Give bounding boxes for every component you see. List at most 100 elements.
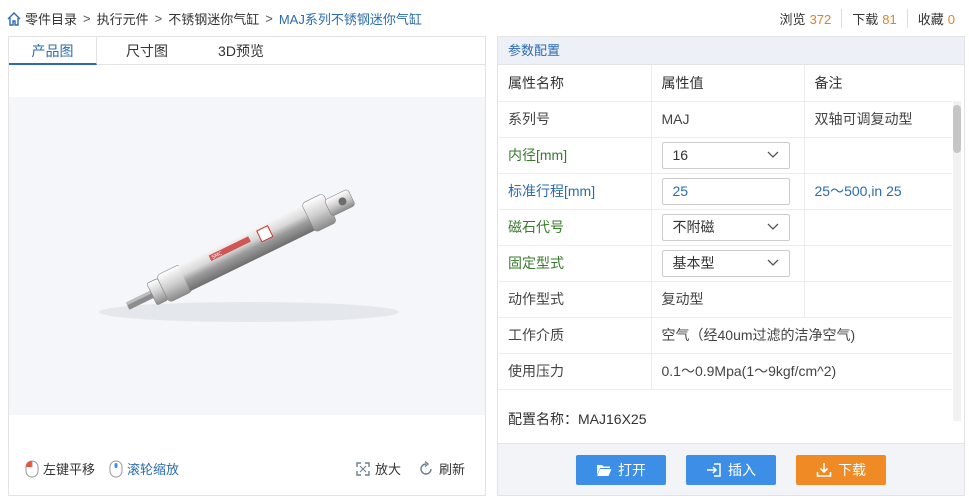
table-row: 动作型式 复动型 — [498, 281, 952, 318]
zoom-wheel-label: 滚轮缩放 — [127, 462, 180, 477]
row-value-cell: 不附磁 — [651, 209, 805, 246]
pan-hint-label: 左键平移 — [43, 462, 96, 477]
fullscreen-icon — [356, 461, 370, 476]
magnet-select-value: 不附磁 — [672, 219, 715, 235]
config-name: 配置名称：MAJ16X25 — [508, 409, 646, 429]
row-label: 系列号 — [498, 101, 652, 138]
row-label: 固定型式 — [498, 245, 652, 282]
stat-views: 浏览 372 — [770, 9, 842, 28]
row-note — [804, 281, 952, 318]
config-name-value: MAJ16X25 — [578, 411, 647, 427]
stroke-input[interactable]: 25 — [661, 177, 790, 205]
zoom-wheel-hint: 滚轮缩放 — [109, 459, 179, 478]
stats-bar: 浏览 372 下载 81 收藏 0 — [770, 9, 965, 28]
stat-value: 81 — [882, 12, 897, 27]
download-icon — [816, 463, 832, 477]
download-button[interactable]: 下载 — [796, 455, 886, 485]
bore-select[interactable]: 16 — [661, 141, 790, 169]
pan-hint: 左键平移 — [25, 459, 95, 478]
enlarge-label: 放大 — [375, 462, 402, 477]
stat-label: 浏览 — [779, 12, 806, 27]
row-value-cell: 16 — [651, 137, 805, 174]
row-value: MAJ — [651, 101, 805, 138]
magnet-select[interactable]: 不附磁 — [661, 213, 790, 241]
table-header-row: 属性名称 属性值 备注 — [498, 65, 952, 102]
row-value: 0.1～0.9Mpa(1～9kgf/cm^2) — [651, 353, 952, 390]
insert-button-label: 插入 — [728, 462, 756, 478]
stat-favorites[interactable]: 收藏 0 — [906, 9, 965, 28]
top-bar: 零件目录 > 执行元件 > 不锈钢迷你气缸 > MAJ系列不锈钢迷你气缸 浏览 3… — [0, 0, 969, 36]
row-label: 工作介质 — [498, 317, 652, 354]
stat-label: 下载 — [852, 12, 879, 27]
insert-button[interactable]: 插入 — [686, 455, 776, 485]
row-note: 25～500,in 25 — [804, 173, 952, 210]
mouse-wheel-icon — [109, 460, 123, 477]
tab-dimension-drawing[interactable]: 尺寸图 — [103, 37, 191, 65]
table-row: 系列号 MAJ 双轴可调复动型 — [498, 101, 952, 138]
stat-label: 收藏 — [917, 12, 944, 27]
parameter-table: 属性名称 属性值 备注 系列号 MAJ 双轴可调复动型 内径[mm] 16 标准… — [498, 65, 952, 390]
home-icon[interactable] — [6, 11, 22, 27]
folder-open-icon — [597, 465, 612, 476]
row-value-cell: 25 — [651, 173, 805, 210]
chevron-down-icon — [767, 259, 778, 266]
row-note — [804, 137, 952, 174]
product-preview-panel: 产品图 尺寸图 3D预览 SMC 左键平移 滚轮缩放 放大 刷新 — [8, 36, 486, 496]
table-row: 磁石代号 不附磁 — [498, 209, 952, 246]
breadcrumb: 零件目录 > 执行元件 > 不锈钢迷你气缸 > MAJ系列不锈钢迷你气缸 — [6, 9, 422, 28]
tab-3d-preview[interactable]: 3D预览 — [197, 37, 285, 65]
row-label: 磁石代号 — [498, 209, 652, 246]
mouse-left-icon — [25, 460, 39, 477]
row-note — [804, 209, 952, 246]
mount-select[interactable]: 基本型 — [661, 249, 790, 277]
column-header-note: 备注 — [804, 65, 952, 102]
refresh-button[interactable]: 刷新 — [417, 459, 465, 478]
row-value: 空气（经40um过滤的洁净空气) — [651, 317, 952, 354]
table-row: 内径[mm] 16 — [498, 137, 952, 174]
action-bar: 打开 插入 下载 — [498, 443, 964, 495]
insert-icon — [707, 463, 721, 477]
open-button-label: 打开 — [618, 462, 646, 478]
panel-header: 参数配置 — [498, 37, 964, 65]
refresh-icon — [420, 460, 432, 475]
stat-value: 0 — [947, 12, 955, 27]
preview-tabs: 产品图 尺寸图 3D预览 — [9, 37, 485, 65]
breadcrumb-item-catalog[interactable]: 零件目录 — [25, 9, 77, 28]
row-label: 使用压力 — [498, 353, 652, 390]
breadcrumb-separator: > — [265, 11, 273, 26]
cylinder-product-image: SMC — [99, 189, 399, 322]
tab-product-image[interactable]: 产品图 — [9, 37, 97, 65]
row-label: 内径[mm] — [498, 137, 652, 174]
enlarge-button[interactable]: 放大 — [355, 459, 401, 478]
table-scrollbar[interactable] — [953, 101, 961, 421]
row-note: 双轴可调复动型 — [804, 101, 952, 138]
column-header-name: 属性名称 — [498, 65, 652, 102]
image-viewer[interactable]: SMC — [9, 97, 485, 415]
download-button-label: 下载 — [838, 462, 866, 478]
parameter-config-panel: 参数配置 属性名称 属性值 备注 系列号 MAJ 双轴可调复动型 内径[mm] … — [497, 36, 965, 496]
breadcrumb-item-stainless-cylinders[interactable]: 不锈钢迷你气缸 — [168, 9, 259, 28]
mount-select-value: 基本型 — [672, 255, 715, 271]
breadcrumb-item-actuators[interactable]: 执行元件 — [97, 9, 149, 28]
stat-value: 372 — [809, 12, 832, 27]
chevron-down-icon — [767, 151, 778, 158]
row-value-cell: 基本型 — [651, 245, 805, 282]
scrollbar-thumb[interactable] — [953, 105, 961, 153]
row-label: 标准行程[mm] — [498, 173, 652, 210]
breadcrumb-separator: > — [154, 11, 163, 26]
viewer-toolbar: 左键平移 滚轮缩放 放大 刷新 — [25, 449, 469, 485]
breadcrumb-current[interactable]: MAJ系列不锈钢迷你气缸 — [279, 9, 422, 28]
row-note — [804, 245, 952, 282]
row-label: 动作型式 — [498, 281, 652, 318]
table-row: 工作介质 空气（经40um过滤的洁净空气) — [498, 317, 952, 354]
config-name-label: 配置名称： — [508, 411, 578, 427]
breadcrumb-separator: > — [83, 11, 91, 26]
column-header-value: 属性值 — [651, 65, 805, 102]
bore-select-value: 16 — [672, 147, 689, 163]
open-button[interactable]: 打开 — [576, 455, 666, 485]
chevron-down-icon — [767, 223, 778, 230]
table-row: 固定型式 基本型 — [498, 245, 952, 282]
row-value: 复动型 — [651, 281, 805, 318]
stat-downloads: 下载 81 — [841, 9, 906, 28]
table-row: 标准行程[mm] 25 25～500,in 25 — [498, 173, 952, 210]
